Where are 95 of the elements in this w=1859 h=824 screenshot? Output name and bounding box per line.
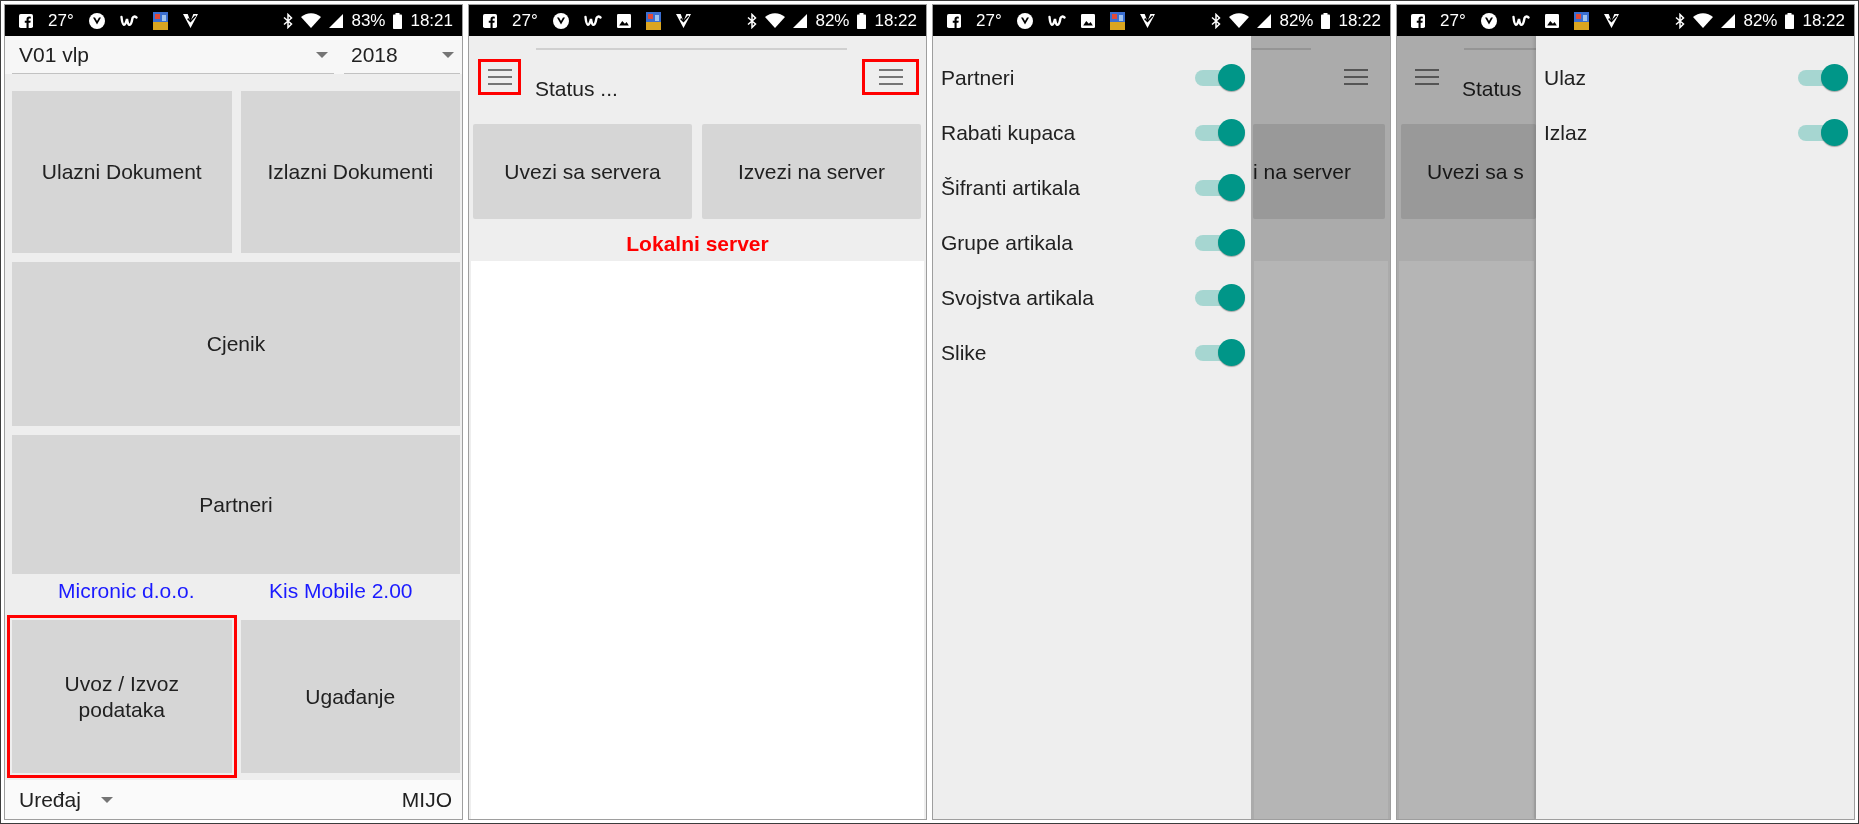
round-emblem-icon — [1016, 12, 1033, 29]
dropdown[interactable]: V01 vlp — [12, 36, 334, 74]
toggle-switch[interactable] — [1796, 63, 1848, 92]
toggle-switch[interactable] — [1193, 283, 1245, 312]
battery-icon — [857, 12, 867, 29]
bluetooth-icon — [1211, 12, 1222, 29]
toggle-switch[interactable] — [1193, 63, 1245, 92]
menu-icon — [878, 69, 903, 85]
bluetooth-icon — [747, 12, 758, 29]
tile-button[interactable]: Izlazni Dokumenti — [240, 91, 460, 253]
round-emblem-icon — [552, 12, 569, 29]
dropdown[interactable]: 2018 — [344, 36, 460, 74]
clock-time: 18:22 — [1338, 12, 1381, 29]
temperature-label: 27° — [512, 12, 538, 29]
toggle-switch[interactable] — [1193, 228, 1245, 257]
wifi-icon — [1229, 13, 1250, 28]
clock-time: 18:22 — [874, 12, 917, 29]
temperature-label: 27° — [976, 12, 1002, 29]
tile-button[interactable]: Partneri — [12, 435, 460, 574]
clock-time: 18:22 — [1802, 12, 1845, 29]
caret-icon — [442, 51, 454, 58]
toggle-label: Izlaz — [1544, 119, 1588, 146]
round-emblem-icon — [1480, 12, 1497, 29]
info-label: Micronic d.o.o. — [57, 578, 195, 604]
toggle-switch[interactable] — [1193, 173, 1245, 202]
toggle-label: Partneri — [941, 64, 1015, 91]
battery-percent: 83% — [351, 12, 386, 29]
app-icon — [1573, 11, 1589, 30]
squiggle-logo-icon — [1511, 13, 1530, 28]
tile-button[interactable]: Ulazni Dokument — [12, 91, 232, 253]
toggle-label: Grupe artikala — [941, 229, 1073, 256]
signal-icon — [1721, 13, 1736, 28]
squiggle-logo-icon — [583, 13, 602, 28]
image-icon — [616, 13, 631, 28]
action-button[interactable]: Izvezi na server — [702, 124, 921, 219]
f-square-icon — [1411, 13, 1425, 28]
squiggle-logo-icon — [119, 13, 138, 28]
battery-percent: 82% — [1743, 12, 1778, 29]
battery-icon — [1785, 12, 1795, 29]
check-icon — [675, 13, 691, 28]
wifi-icon — [1693, 13, 1714, 28]
action-button[interactable]: Uvezi sa servera — [473, 124, 692, 219]
user-label: MIJO — [401, 786, 452, 813]
signal-icon — [1257, 13, 1272, 28]
toggle-switch[interactable] — [1193, 118, 1245, 147]
dimmed-action-panel: i na server — [1253, 124, 1385, 219]
f-square-icon — [19, 13, 33, 28]
signal-icon — [793, 13, 808, 28]
menu-icon — [487, 69, 512, 85]
wifi-icon — [765, 13, 786, 28]
toggle-label: Rabati kupaca — [941, 119, 1076, 146]
toggle-switch[interactable] — [1796, 118, 1848, 147]
caret-icon — [100, 796, 113, 803]
toggle-label: Slike — [941, 339, 987, 366]
tile-button[interactable]: Uvoz / Izvoz podataka — [7, 615, 237, 778]
check-icon — [1603, 13, 1619, 28]
f-square-icon — [947, 13, 961, 28]
menu-icon — [1344, 69, 1368, 85]
caret-icon — [316, 51, 328, 58]
tile-button[interactable]: Cjenik — [12, 262, 460, 426]
bluetooth-icon — [1675, 12, 1686, 29]
app-icon — [645, 11, 661, 30]
wifi-icon — [301, 13, 322, 28]
dimmed-action-panel: Uvezi sa s — [1401, 124, 1536, 219]
toggle-switch[interactable] — [1193, 338, 1245, 367]
temperature-label: 27° — [1440, 12, 1466, 29]
server-label: Lokalni server — [626, 231, 769, 257]
bluetooth-icon — [283, 12, 294, 29]
image-icon — [1080, 13, 1095, 28]
squiggle-logo-icon — [1047, 13, 1066, 28]
temperature-label: 27° — [48, 12, 74, 29]
info-label: Kis Mobile 2.00 — [268, 578, 413, 604]
signal-icon — [329, 13, 344, 28]
image-icon — [1544, 13, 1559, 28]
battery-icon — [393, 12, 403, 29]
check-icon — [182, 13, 198, 28]
menu-button[interactable] — [862, 59, 919, 95]
dropdown[interactable]: Uređaj — [19, 786, 113, 813]
f-square-icon — [483, 13, 497, 28]
app-icon — [152, 11, 168, 30]
toggle-label: Svojstva artikala — [941, 284, 1094, 311]
battery-icon — [1321, 12, 1331, 29]
battery-percent: 82% — [815, 12, 850, 29]
menu-button[interactable] — [478, 59, 521, 95]
toggle-label: Šifranti artikala — [941, 174, 1080, 201]
app-icon — [1109, 11, 1125, 30]
status-label: Status ... — [535, 77, 618, 101]
clock-time: 18:21 — [410, 12, 453, 29]
tile-button[interactable]: Ugađanje — [240, 620, 460, 773]
round-emblem-icon — [88, 12, 105, 29]
battery-percent: 82% — [1279, 12, 1314, 29]
check-icon — [1139, 13, 1155, 28]
toggle-label: Ulaz — [1544, 64, 1586, 91]
menu-icon — [1415, 69, 1439, 85]
status-label: Status — [1462, 77, 1522, 101]
